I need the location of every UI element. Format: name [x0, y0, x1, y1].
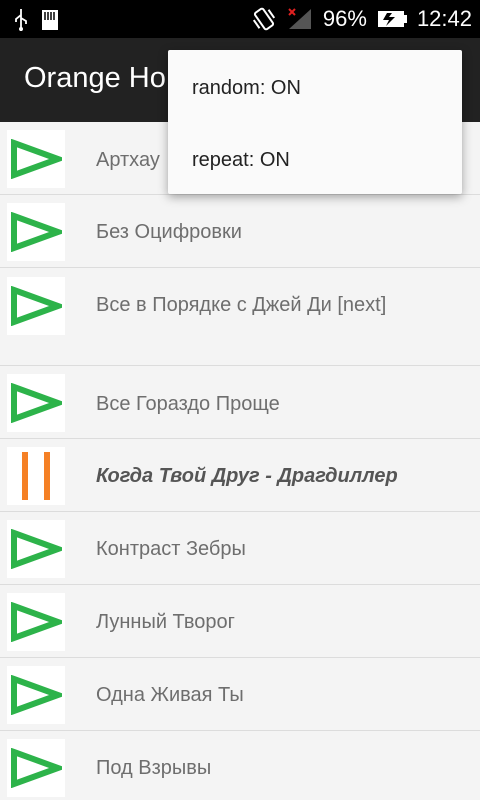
- list-item[interactable]: Все Гораздо Проще: [0, 366, 480, 439]
- no-signal-icon: [287, 7, 313, 31]
- list-item-now-playing[interactable]: Когда Твой Друг - Драгдиллер: [0, 439, 480, 512]
- battery-icon: [377, 10, 407, 28]
- list-item[interactable]: Все в Порядке с Джей Ди [next]: [0, 268, 480, 366]
- list-item[interactable]: Лунный Творог: [0, 585, 480, 658]
- menu-item-repeat[interactable]: repeat: ON: [168, 124, 462, 196]
- usb-icon: [14, 9, 28, 31]
- list-item[interactable]: Контраст Зебры: [0, 512, 480, 585]
- playlist: Артхау Без Оцифровки Все в Порядке с Дже…: [0, 122, 480, 800]
- overflow-menu: random: ON repeat: ON: [168, 50, 462, 194]
- track-title: Под Взрывы: [96, 757, 212, 779]
- play-icon[interactable]: [7, 520, 65, 578]
- battery-percent: 96%: [322, 6, 367, 31]
- track-title: Без Оцифровки: [96, 221, 242, 243]
- track-title: Все Гораздо Проще: [96, 393, 280, 415]
- track-title: Одна Живая Ты: [96, 684, 244, 706]
- play-icon[interactable]: [7, 593, 65, 651]
- play-icon[interactable]: [7, 739, 65, 797]
- menu-item-random[interactable]: random: ON: [168, 52, 462, 124]
- pause-icon[interactable]: [7, 447, 65, 505]
- vibrate-icon: [251, 6, 277, 32]
- play-icon[interactable]: [7, 374, 65, 432]
- play-icon[interactable]: [7, 277, 65, 335]
- clock: 12:42: [416, 6, 472, 31]
- play-icon[interactable]: [7, 203, 65, 261]
- track-title: Контраст Зебры: [96, 538, 246, 560]
- list-item[interactable]: Одна Живая Ты: [0, 658, 480, 731]
- play-icon[interactable]: [7, 666, 65, 724]
- list-item[interactable]: Под Взрывы: [0, 731, 480, 800]
- track-title-active: Когда Твой Друг - Драгдиллер: [96, 465, 398, 487]
- app-title: Orange Ho: [24, 62, 166, 94]
- sd-card-icon: [42, 10, 58, 30]
- status-bar: 96% 12:42: [0, 0, 480, 38]
- track-title: Лунный Творог: [96, 611, 235, 633]
- list-item[interactable]: Без Оцифровки: [0, 195, 480, 268]
- track-title: Все в Порядке с Джей Ди [next]: [96, 294, 387, 316]
- play-icon[interactable]: [7, 130, 65, 188]
